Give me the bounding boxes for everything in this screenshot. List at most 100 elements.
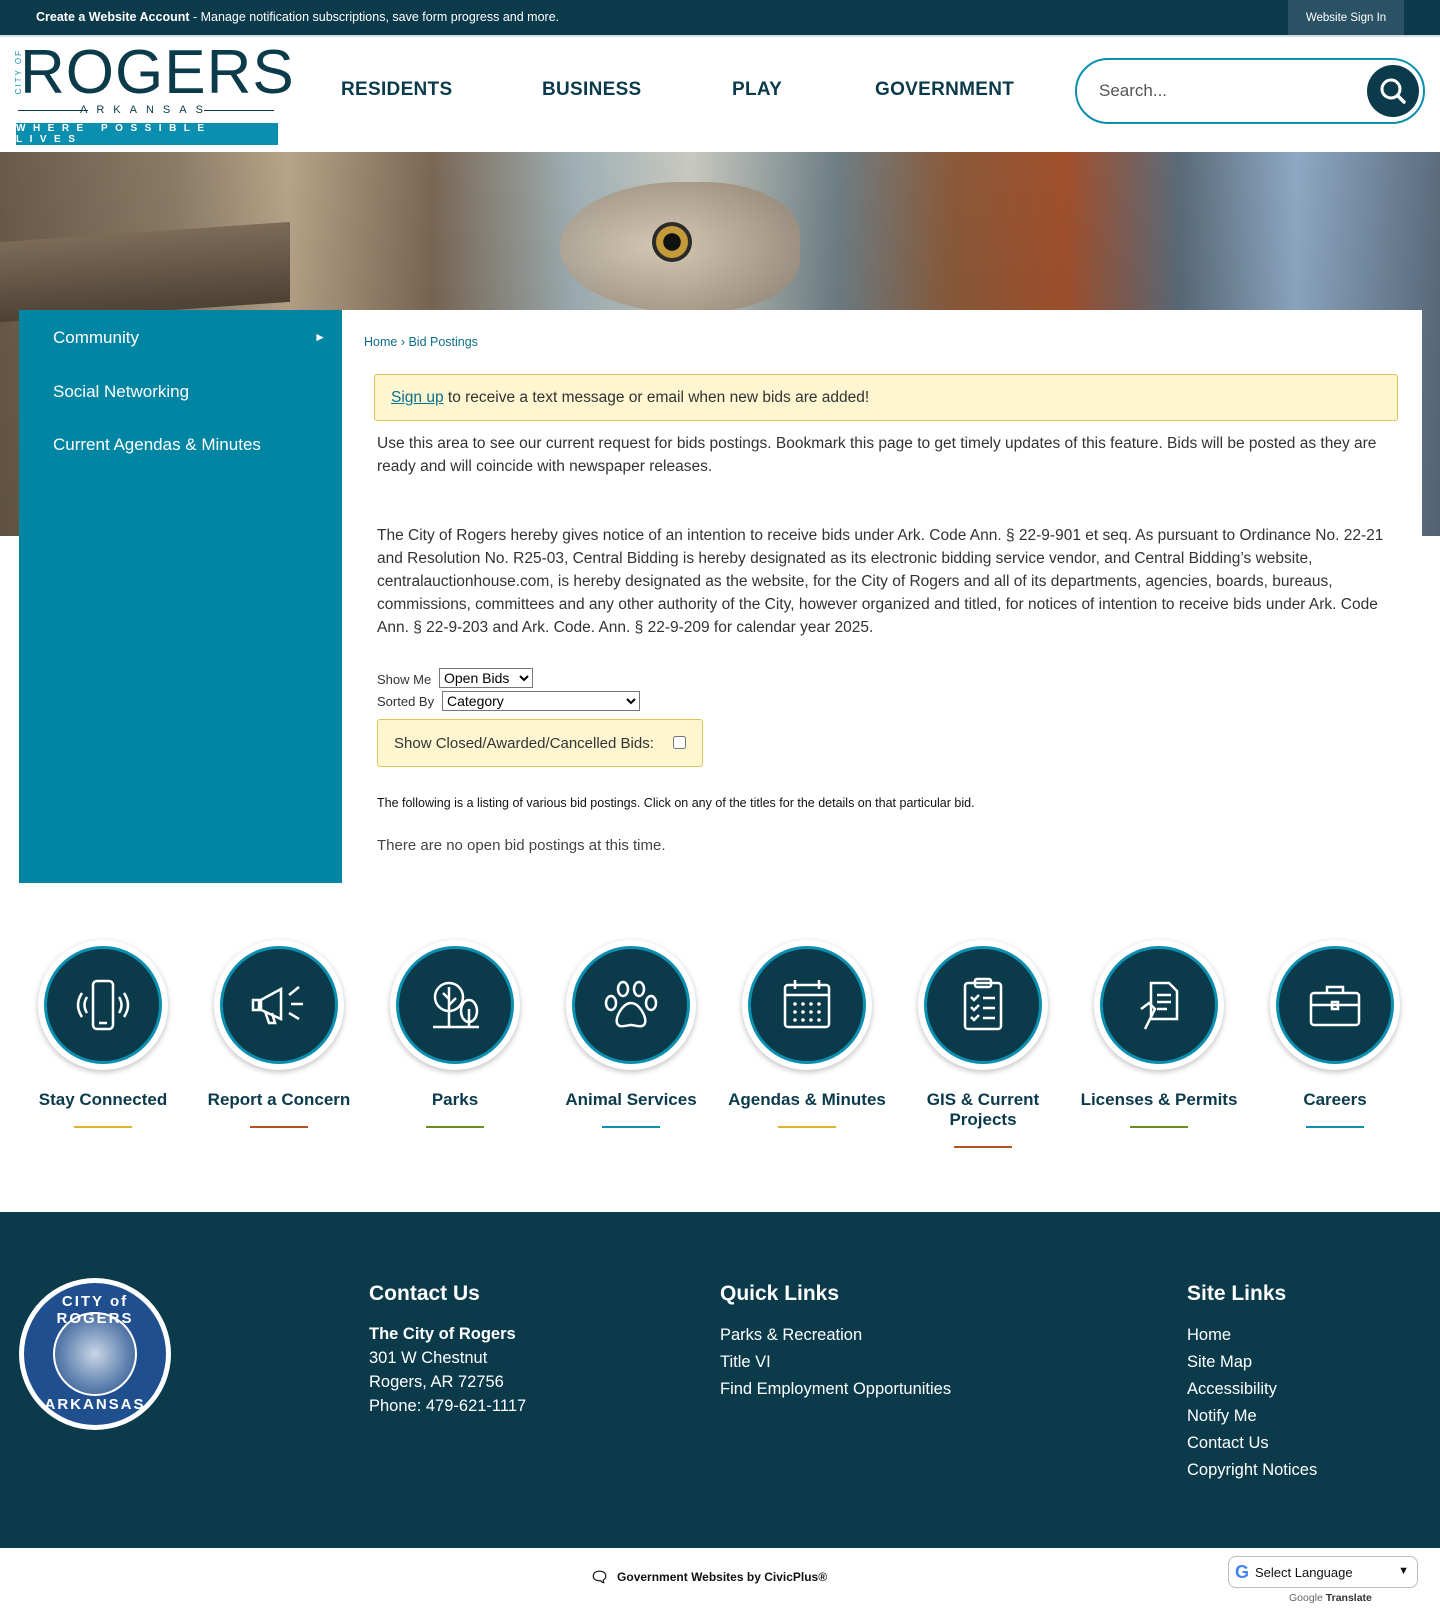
quick-links-row: Stay Connected Report a Concern Parks An… [0, 940, 1440, 1170]
mobile-phone-icon [76, 979, 130, 1031]
google-g-icon: G [1235, 1561, 1250, 1582]
contact-org: The City of Rogers [369, 1325, 516, 1343]
language-select-label: Select Language [1255, 1564, 1353, 1580]
quick-link-licenses-permits[interactable]: Licenses & Permits [1071, 940, 1247, 1128]
quick-link-label: Stay Connected [38, 1090, 168, 1109]
nav-business[interactable]: BUSINESS [542, 79, 642, 101]
sidebar-item-social-networking[interactable]: Social Networking [53, 382, 189, 402]
banner-bench-shape [0, 221, 290, 323]
footer-contact-column: Contact Us The City of Rogers 301 W Ches… [369, 1282, 526, 1418]
calendar-icon [783, 980, 831, 1029]
chevron-down-icon: ▼ [1398, 1565, 1409, 1577]
quick-link-circle [566, 940, 696, 1070]
quick-link-underline [1130, 1126, 1188, 1128]
seal-bottom-text: ARKANSAS [44, 1396, 146, 1413]
quick-link-animal-services[interactable]: Animal Services [543, 940, 719, 1128]
breadcrumb-separator: › [397, 335, 409, 349]
quick-link-underline [778, 1126, 836, 1128]
breadcrumb-home[interactable]: Home [364, 335, 397, 349]
logo-tagline: WHERE POSSIBLE LIVES [16, 123, 278, 145]
quick-link-circle [38, 940, 168, 1070]
quick-link-circle [1094, 940, 1224, 1070]
account-message: Create a Website Account - Manage notifi… [36, 10, 559, 24]
no-bids-message: There are no open bid postings at this t… [377, 837, 666, 854]
legal-notice-paragraph: The City of Rogers hereby gives notice o… [377, 527, 1384, 636]
breadcrumb-current[interactable]: Bid Postings [408, 335, 477, 349]
sidebar-nav: Community ► Social Networking Current Ag… [19, 310, 342, 883]
contact-heading: Contact Us [369, 1282, 480, 1305]
quick-link-parks[interactable]: Parks [367, 940, 543, 1128]
sorted-by-select[interactable]: Category [442, 691, 640, 711]
quick-link-gis-projects[interactable]: GIS & Current Projects [895, 940, 1071, 1148]
footer-link-parks-recreation[interactable]: Parks & Recreation [720, 1322, 951, 1349]
show-me-select[interactable]: Open Bids [439, 668, 533, 688]
google-translate-credit: Google Translate [1289, 1592, 1372, 1604]
logo-name: ROGERS [20, 38, 295, 107]
site-header: CITY OF ROGERS ARKANSAS WHERE POSSIBLE L… [0, 35, 1440, 152]
quick-link-label: Animal Services [565, 1090, 697, 1109]
trees-icon [433, 981, 479, 1029]
footer-link-contact-us[interactable]: Contact Us [1187, 1430, 1317, 1457]
quick-link-label: Agendas & Minutes [728, 1090, 886, 1109]
quick-link-report-concern[interactable]: Report a Concern [191, 940, 367, 1128]
quick-link-stay-connected[interactable]: Stay Connected [15, 940, 191, 1128]
quick-link-underline [426, 1126, 484, 1128]
briefcase-icon [1309, 985, 1361, 1027]
show-closed-checkbox[interactable] [673, 736, 686, 749]
quick-link-underline [1306, 1126, 1364, 1128]
footer-link-home[interactable]: Home [1187, 1322, 1317, 1349]
language-select[interactable]: G Select Language ▼ [1228, 1556, 1418, 1588]
civicplus-link[interactable]: 🗨 Government Websites by CivicPlus® [590, 1568, 827, 1586]
expand-arrow-icon[interactable]: ► [314, 330, 326, 344]
sidebar-item-agendas-minutes[interactable]: Current Agendas & Minutes [53, 435, 261, 455]
show-closed-box: Show Closed/Awarded/Cancelled Bids: [377, 719, 703, 767]
sorted-by-label: Sorted By [377, 694, 435, 709]
seal-top-text: CITY of ROGERS [56, 1293, 134, 1327]
website-sign-in-button[interactable]: Website Sign In [1288, 0, 1404, 35]
clipboard-checklist-icon [963, 977, 1003, 1031]
city-logo[interactable]: CITY OF ROGERS ARKANSAS WHERE POSSIBLE L… [14, 38, 294, 147]
quick-link-circle [1270, 940, 1400, 1070]
quick-link-label: GIS & Current Projects [926, 1090, 1040, 1129]
nav-play[interactable]: PLAY [732, 79, 782, 101]
top-bar: Create a Website Account - Manage notifi… [0, 0, 1440, 35]
site-links-heading: Site Links [1187, 1282, 1287, 1305]
signup-notice-text: to receive a text message or email when … [443, 389, 870, 406]
search-icon [1380, 78, 1406, 104]
nav-government[interactable]: GOVERNMENT [875, 79, 1014, 101]
document-hand-icon [1140, 981, 1179, 1030]
quick-link-agendas-minutes[interactable]: Agendas & Minutes [719, 940, 895, 1128]
footer-link-notify-me[interactable]: Notify Me [1187, 1403, 1317, 1430]
contact-address-1: 301 W Chestnut [369, 1349, 488, 1367]
google-wordmark: Google [1289, 1592, 1323, 1604]
civicplus-logo-icon: 🗨 [590, 1569, 609, 1586]
listing-note: The following is a listing of various bi… [377, 796, 975, 810]
nav-residents[interactable]: RESIDENTS [341, 79, 452, 101]
search-input[interactable] [1099, 78, 1349, 104]
signup-link[interactable]: Sign up [391, 389, 444, 406]
search-button[interactable] [1367, 65, 1419, 117]
footer-site-links-column: Site Links Home Site Map Accessibility N… [1187, 1282, 1317, 1484]
create-account-link[interactable]: Create a Website Account [36, 10, 190, 24]
footer-link-employment[interactable]: Find Employment Opportunities [720, 1376, 951, 1403]
footer-link-title-vi[interactable]: Title VI [720, 1349, 951, 1376]
search-box [1075, 58, 1425, 124]
show-closed-label: Show Closed/Awarded/Cancelled Bids: [394, 735, 654, 752]
quick-link-careers[interactable]: Careers [1247, 940, 1423, 1128]
quick-link-circle [742, 940, 872, 1070]
footer-link-copyright[interactable]: Copyright Notices [1187, 1457, 1317, 1484]
paw-icon [604, 980, 658, 1028]
quick-link-label: Careers [1303, 1090, 1367, 1109]
footer-link-site-map[interactable]: Site Map [1187, 1349, 1317, 1376]
quick-link-label: Parks [431, 1090, 479, 1109]
sidebar-item-community[interactable]: Community [53, 328, 139, 348]
translate-link[interactable]: Translate [1326, 1592, 1372, 1604]
footer-link-accessibility[interactable]: Accessibility [1187, 1376, 1317, 1403]
breadcrumb: Home › Bid Postings [364, 335, 478, 349]
seal-ring: CITY of ROGERS ARKANSAS [24, 1283, 166, 1425]
bottom-bar: 🗨 Government Websites by CivicPlus® G Se… [0, 1548, 1440, 1608]
account-description: - Manage notification subscriptions, sav… [189, 10, 560, 24]
quick-link-label: Licenses & Permits [1080, 1090, 1238, 1109]
quick-link-circle [390, 940, 520, 1070]
quick-links-heading: Quick Links [720, 1282, 840, 1305]
